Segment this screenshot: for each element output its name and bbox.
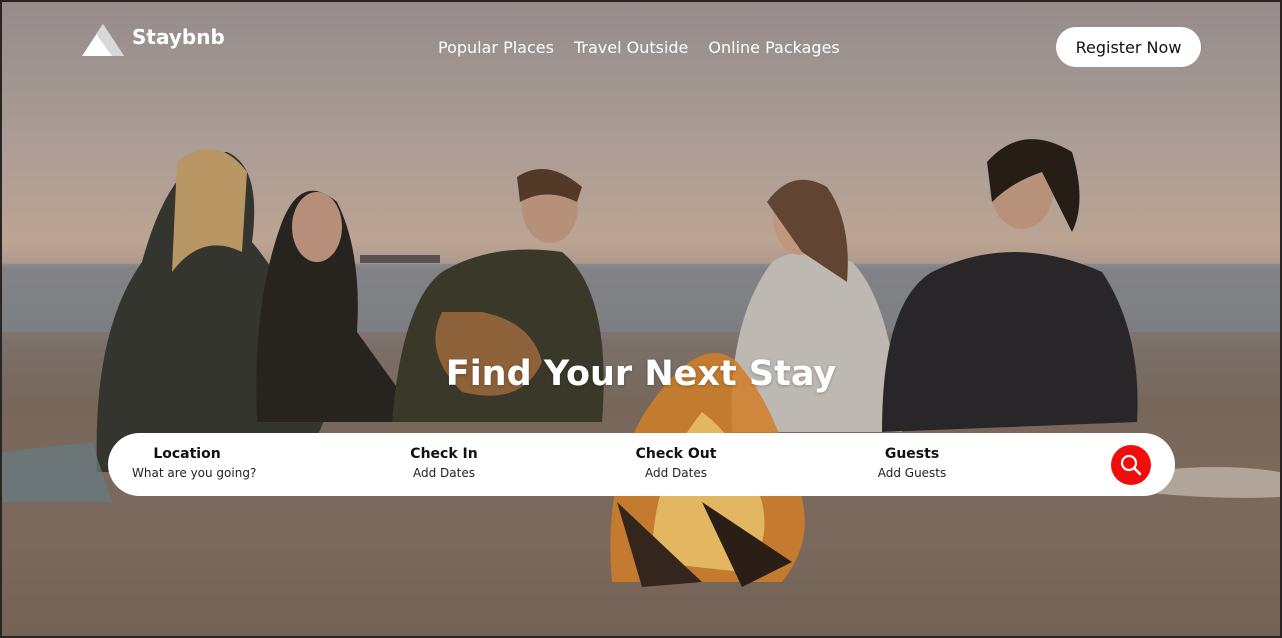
hero-section: Staybnb Popular Places Travel Outside On… — [2, 2, 1280, 636]
check-out-field[interactable]: Check Out Add Dates — [634, 446, 718, 480]
nav-item-popular-places[interactable]: Popular Places — [438, 38, 554, 57]
check-in-field[interactable]: Check In Add Dates — [404, 446, 484, 480]
search-bar: Location What are you going? Check In Ad… — [108, 433, 1175, 496]
location-field[interactable]: Location What are you going? — [132, 446, 257, 480]
check-out-value: Add Dates — [645, 466, 707, 480]
hero-title: Find Your Next Stay — [445, 354, 837, 394]
check-out-label: Check Out — [635, 446, 717, 462]
register-button[interactable]: Register Now — [1056, 27, 1201, 67]
nav-item-online-packages[interactable]: Online Packages — [708, 38, 839, 57]
guests-value: Add Guests — [877, 466, 947, 480]
check-in-label: Check In — [410, 446, 478, 462]
mountain-logo-icon — [82, 24, 124, 56]
brand[interactable]: Staybnb — [82, 22, 225, 56]
main-nav: Popular Places Travel Outside Online Pac… — [438, 38, 860, 57]
location-value: What are you going? — [132, 466, 257, 480]
search-button[interactable] — [1111, 445, 1151, 485]
guests-field[interactable]: Guests Add Guests — [872, 446, 952, 480]
search-icon — [1120, 454, 1142, 476]
guests-label: Guests — [884, 446, 940, 462]
check-in-value: Add Dates — [413, 466, 475, 480]
nav-item-travel-outside[interactable]: Travel Outside — [574, 38, 688, 57]
hero-background-image — [2, 2, 1280, 636]
brand-name: Staybnb — [132, 25, 225, 49]
location-label: Location — [153, 446, 221, 462]
